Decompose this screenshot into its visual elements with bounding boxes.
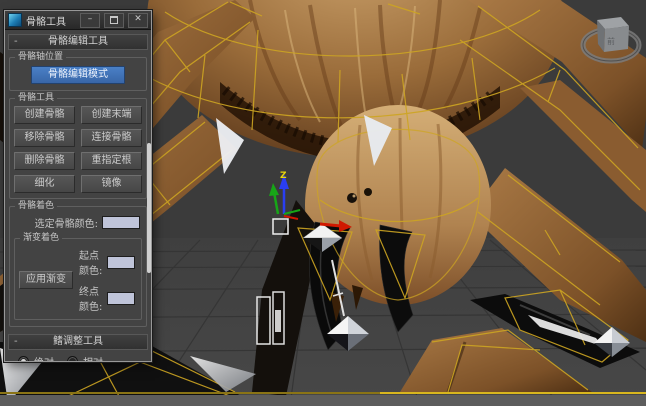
mirror-button[interactable]: 镜像 (81, 175, 142, 193)
rollout-bone-editing-title: 骨骼编辑工具 (48, 36, 108, 47)
bone-tools-dialog[interactable]: 骨骼工具 – ✕ - 骨骼编辑工具 骨骼轴位置 骨骼编辑模式 骨骼工具 创建骨骼… (4, 10, 152, 362)
rollout-bone-editing[interactable]: - 骨骼编辑工具 (8, 34, 148, 50)
selected-bone-color-swatch[interactable] (102, 216, 140, 229)
absolute-radio[interactable] (18, 356, 29, 362)
refine-button[interactable]: 细化 (14, 175, 75, 193)
start-color-swatch[interactable] (107, 256, 135, 269)
create-end-button[interactable]: 创建末端 (81, 106, 142, 124)
dialog-scrollbar[interactable] (147, 143, 151, 273)
group-bone-pivot: 骨骼轴位置 骨骼编辑模式 (9, 57, 147, 91)
viewcube-face-label: 前 (607, 36, 615, 46)
relative-label: 相对 (83, 354, 103, 362)
app-icon (8, 13, 22, 27)
delete-bone-button[interactable]: 删除骨骼 (14, 152, 75, 170)
create-bones-button[interactable]: 创建骨骼 (14, 106, 75, 124)
dialog-title: 骨骼工具 (26, 13, 76, 28)
maximize-button[interactable] (104, 13, 124, 28)
absolute-label: 绝对 (34, 354, 54, 362)
rollout-fin-adjust-title: 鳍调整工具 (53, 336, 103, 347)
screenshot-root: { "colors": { "accent_blue": "#3f73b9", … (0, 0, 646, 406)
group-bone-coloring: 骨骼着色 选定骨骼颜色: 渐变着色 应用渐变 起点颜色: 终点颜色: (9, 206, 147, 327)
dialog-body: - 骨骼编辑工具 骨骼轴位置 骨骼编辑模式 骨骼工具 创建骨骼 创建末端 移除骨… (5, 30, 151, 362)
reassign-root-button[interactable]: 重指定根 (81, 152, 142, 170)
bone-edit-mode-button[interactable]: 骨骼编辑模式 (31, 66, 125, 84)
dialog-titlebar[interactable]: 骨骼工具 – ✕ (5, 11, 151, 30)
gizmo-axis-label: Z (280, 171, 287, 181)
rollout-fin-adjust[interactable]: - 鳍调整工具 (8, 334, 148, 350)
relative-radio[interactable] (67, 356, 78, 362)
minimize-button[interactable]: – (80, 13, 100, 28)
start-color-label: 起点颜色: (79, 247, 103, 277)
group-gradient-coloring: 渐变着色 应用渐变 起点颜色: 终点颜色: (14, 238, 142, 320)
maximize-icon (110, 16, 118, 24)
group-bone-coloring-label: 骨骼着色 (15, 201, 57, 211)
group-bone-tools: 骨骼工具 创建骨骼 创建末端 移除骨骼 连接骨骼 删除骨骼 重指定根 细化 镜像 (9, 98, 147, 199)
group-bone-pivot-label: 骨骼轴位置 (15, 52, 66, 62)
close-button[interactable]: ✕ (128, 13, 148, 28)
collapse-icon[interactable]: - (14, 35, 18, 49)
end-color-swatch[interactable] (107, 292, 135, 305)
end-color-label: 终点颜色: (79, 283, 103, 313)
collapse-icon[interactable]: - (14, 335, 18, 349)
remove-bone-button[interactable]: 移除骨骼 (14, 129, 75, 147)
selected-bone-color-label: 选定骨骼颜色: (35, 215, 98, 230)
group-bone-tools-label: 骨骼工具 (15, 93, 57, 103)
apply-gradient-button[interactable]: 应用渐变 (19, 271, 73, 289)
group-gradient-coloring-label: 渐变着色 (20, 233, 62, 243)
connect-bones-button[interactable]: 连接骨骼 (81, 129, 142, 147)
